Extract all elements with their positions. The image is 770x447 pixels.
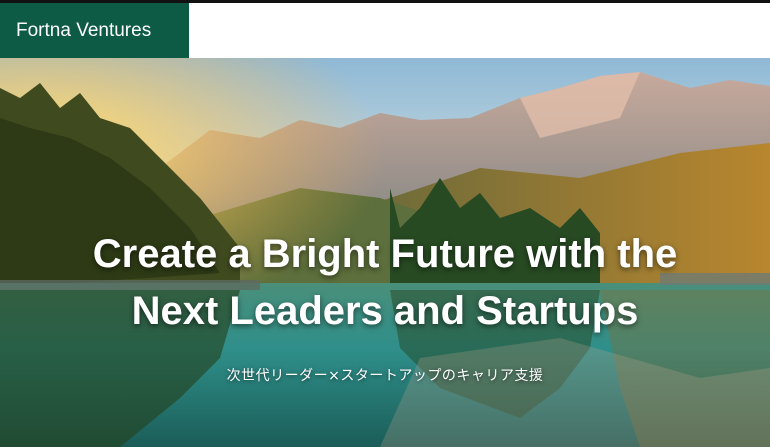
hero-subtitle: 次世代リーダー×スタートアップのキャリア支援 [226,368,544,384]
site-header: Fortna Ventures [0,3,770,58]
hero-headline: Create a Bright Future with the Next Lea… [0,226,770,340]
hero-section: Create a Bright Future with the Next Lea… [0,58,770,447]
brand-logo[interactable]: Fortna Ventures [0,3,189,58]
hero-headline-line-1: Create a Bright Future with the [92,232,678,276]
hero-headline-line-2: Next Leaders and Startups [131,289,639,333]
